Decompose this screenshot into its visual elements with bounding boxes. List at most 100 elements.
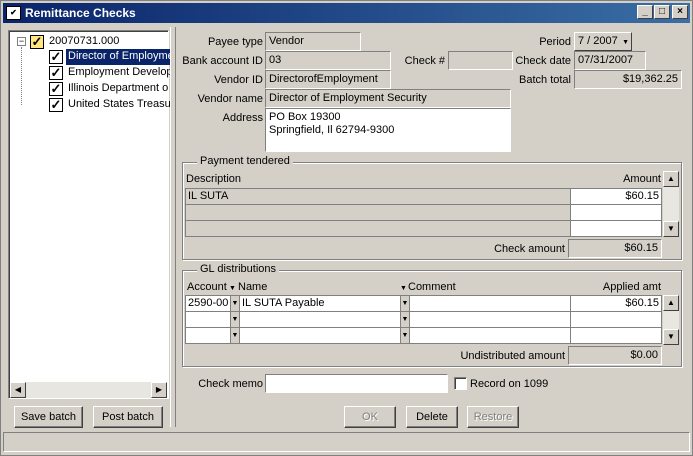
payment-vscroll[interactable]: ▲ ▼	[663, 171, 679, 237]
undistributed-amount-label: Undistributed amount	[460, 350, 565, 362]
address-label: Address	[222, 112, 263, 124]
tree-item-checkbox[interactable]: ✓	[49, 82, 63, 96]
gl-col-account: Account	[187, 281, 227, 293]
payment-tendered-title: Payment tendered	[197, 155, 293, 167]
tree-item-director-employment[interactable]: Director of Employme	[66, 49, 170, 65]
gl-row-comment[interactable]	[409, 295, 571, 312]
save-batch-button[interactable]: Save batch	[14, 406, 83, 428]
gl-col-name: Name	[238, 281, 268, 293]
check-amount-field: $60.15	[568, 239, 662, 258]
tree-item-checkbox[interactable]: ✓	[49, 98, 63, 112]
window-title: Remittance Checks	[25, 6, 136, 20]
check-number-label: Check #	[404, 55, 445, 67]
chevron-down-icon[interactable]: ▼	[400, 312, 409, 327]
chevron-down-icon[interactable]: ▼	[230, 312, 239, 327]
undistributed-amount-field: $0.00	[568, 346, 662, 365]
payee-type-field[interactable]: Vendor	[265, 32, 361, 51]
address-line-2: Springfield, Il 62794-9300	[269, 124, 395, 136]
record-1099-label: Record on 1099	[470, 378, 549, 390]
period-value: 7 / 2007	[578, 35, 618, 47]
payment-row-description[interactable]	[185, 220, 571, 237]
chevron-down-icon[interactable]: ▼	[230, 296, 239, 311]
tree-item-checkbox[interactable]: ✓	[49, 50, 63, 64]
chevron-down-icon[interactable]: ▼	[230, 328, 239, 343]
gl-vscroll[interactable]: ▲ ▼	[663, 295, 679, 345]
scroll-left-icon[interactable]: ◀	[10, 382, 26, 398]
payment-tendered-group: Payment tendered Description Amount IL S…	[182, 155, 682, 260]
status-bar	[3, 432, 690, 452]
payment-row-amount[interactable]: $60.15	[570, 188, 662, 205]
address-line-1: PO Box 19300	[269, 111, 341, 123]
gl-row-name[interactable]: ▼	[239, 327, 410, 344]
check-amount-label: Check amount	[494, 243, 565, 255]
gl-col-applied: Applied amt	[602, 281, 661, 293]
payee-type-label: Payee type	[207, 36, 263, 48]
tree-item-checkbox[interactable]: ✓	[49, 66, 63, 80]
gl-distributions-group: GL distributions Account ▼ Name ▼ Commen…	[182, 263, 682, 367]
payment-row-description[interactable]: IL SUTA	[185, 188, 571, 205]
bank-account-label: Bank account ID	[182, 55, 263, 67]
scroll-right-icon[interactable]: ▶	[151, 382, 167, 398]
gl-row-name[interactable]: IL SUTA Payable ▼	[239, 295, 410, 312]
tree-item-illinois-department[interactable]: Illinois Department o	[66, 81, 170, 97]
tree-root-label[interactable]: 20070731.000	[47, 34, 121, 50]
delete-button[interactable]: Delete	[406, 406, 458, 428]
gl-row-applied[interactable]	[570, 327, 662, 344]
chevron-down-icon[interactable]: ▼	[400, 328, 409, 343]
chevron-down-icon[interactable]: ▼	[400, 296, 409, 311]
scroll-up-icon[interactable]: ▲	[663, 171, 679, 187]
scroll-up-icon[interactable]: ▲	[663, 295, 679, 311]
payment-row-amount[interactable]	[570, 220, 662, 237]
record-1099-checkbox[interactable]	[454, 377, 467, 390]
gl-row-name[interactable]: ▼	[239, 311, 410, 328]
root-checkbox[interactable]: ✓	[30, 35, 44, 49]
chevron-down-icon: ▼	[622, 39, 629, 46]
tree-hscroll[interactable]: ◀ ▶	[10, 382, 167, 398]
gl-distributions-title: GL distributions	[197, 263, 280, 275]
batch-total-field: $19,362.25	[574, 70, 682, 89]
title-bar[interactable]: ✔ Remittance Checks	[3, 3, 690, 23]
payment-row-description[interactable]	[185, 204, 571, 221]
gl-row-account[interactable]: 2590-00 ▼	[185, 295, 240, 312]
gl-row-account[interactable]: ▼	[185, 327, 240, 344]
check-memo-input[interactable]	[265, 374, 448, 393]
batch-tree[interactable]: − ✓ 20070731.000 ✓ Director of Employme …	[8, 30, 170, 399]
gl-row-applied[interactable]	[570, 311, 662, 328]
vendor-id-field[interactable]: DirectorofEmployment	[265, 70, 391, 89]
check-date-label: Check date	[515, 55, 571, 67]
maximize-button[interactable]: □	[654, 5, 670, 19]
payment-col-description: Description	[186, 173, 242, 185]
vendor-id-label: Vendor ID	[214, 74, 263, 86]
restore-button[interactable]: Restore	[467, 406, 519, 428]
scroll-down-icon[interactable]: ▼	[663, 329, 679, 345]
tree-item-us-treasury[interactable]: United States Treasu	[66, 97, 170, 113]
app-icon: ✔	[6, 6, 21, 20]
payment-col-amount: Amount	[623, 173, 661, 185]
gl-row-applied[interactable]: $60.15	[570, 295, 662, 312]
ok-button[interactable]: OK	[344, 406, 396, 428]
check-memo-label: Check memo	[198, 378, 263, 390]
payment-row-amount[interactable]	[570, 204, 662, 221]
close-button[interactable]: ×	[672, 5, 688, 19]
gl-row-comment[interactable]	[409, 327, 571, 344]
gl-row-account[interactable]: ▼	[185, 311, 240, 328]
vendor-name-field[interactable]: Director of Employment Security	[265, 89, 511, 108]
collapse-toggle-icon[interactable]: −	[17, 37, 26, 46]
check-date-field[interactable]: 07/31/2007	[574, 51, 646, 70]
address-field[interactable]: PO Box 19300 Springfield, Il 62794-9300	[265, 108, 511, 152]
gl-row-comment[interactable]	[409, 311, 571, 328]
period-label: Period	[539, 36, 571, 48]
check-number-field[interactable]	[448, 51, 513, 70]
splitter[interactable]	[170, 27, 176, 427]
sort-arrow-icon: ▼	[400, 285, 407, 292]
sort-arrow-icon: ▼	[229, 285, 236, 292]
tree-item-employment-development[interactable]: Employment Develop	[66, 65, 170, 81]
period-dropdown[interactable]: 7 / 2007 ▼	[574, 32, 632, 51]
scroll-down-icon[interactable]: ▼	[663, 221, 679, 237]
batch-total-label: Batch total	[519, 74, 571, 86]
post-batch-button[interactable]: Post batch	[93, 406, 163, 428]
remittance-checks-window: ✔ Remittance Checks _ □ × − ✓ 20070731.0…	[0, 0, 693, 456]
vendor-name-label: Vendor name	[197, 93, 263, 105]
minimize-button[interactable]: _	[637, 5, 653, 19]
bank-account-field[interactable]: 03	[265, 51, 391, 70]
